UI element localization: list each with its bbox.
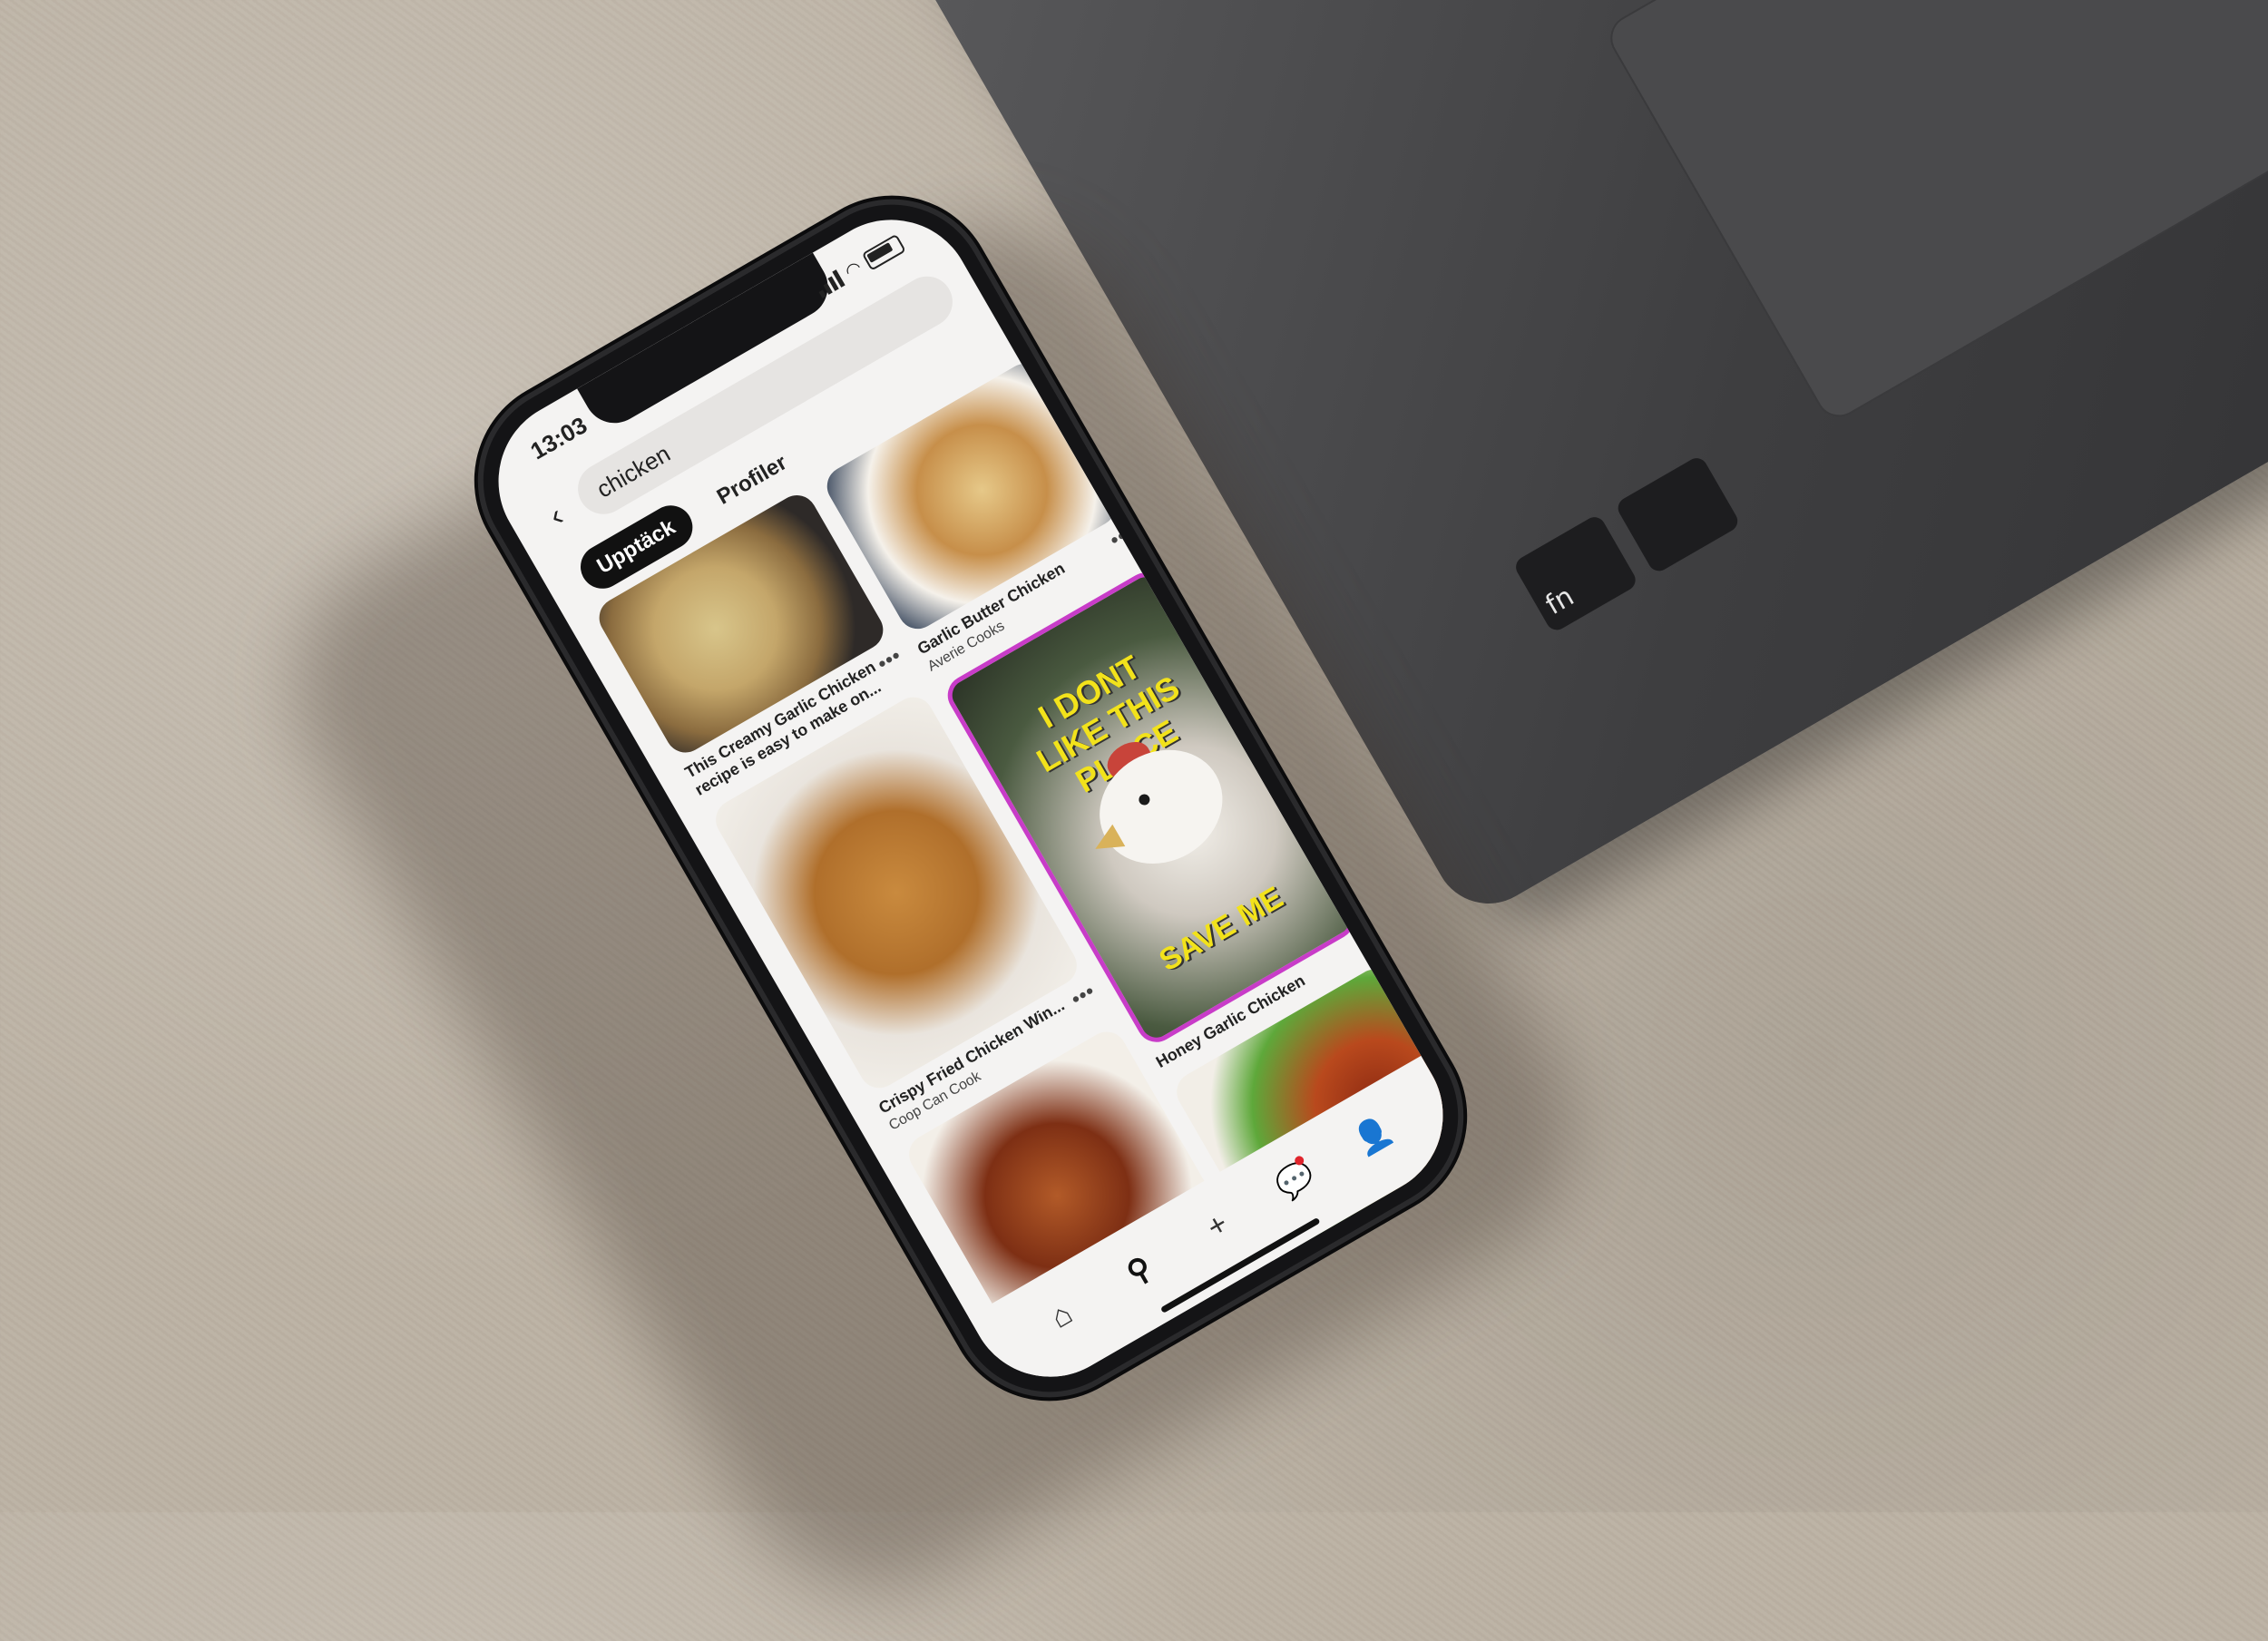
chat-icon[interactable]: 💬	[1258, 1144, 1333, 1218]
laptop-key	[1614, 454, 1742, 575]
chevron-left-icon: ‹	[543, 498, 570, 533]
laptop-fn-key: fn	[1511, 513, 1639, 634]
home-icon[interactable]: ⌂	[1024, 1278, 1099, 1353]
back-button[interactable]: ‹	[529, 487, 583, 544]
status-time: 13:03	[525, 411, 592, 465]
more-icon[interactable]: •••	[874, 643, 906, 676]
battery-icon	[861, 233, 906, 271]
profile-icon[interactable]: 👤	[1336, 1099, 1411, 1173]
notification-dot	[1293, 1154, 1306, 1167]
search-icon[interactable]: ⚲	[1102, 1234, 1177, 1308]
wifi-icon: ◠	[841, 257, 865, 283]
plus-icon[interactable]: +	[1180, 1188, 1255, 1263]
laptop-trackpad	[1601, 0, 2268, 425]
more-icon[interactable]: •••	[1106, 520, 1139, 552]
